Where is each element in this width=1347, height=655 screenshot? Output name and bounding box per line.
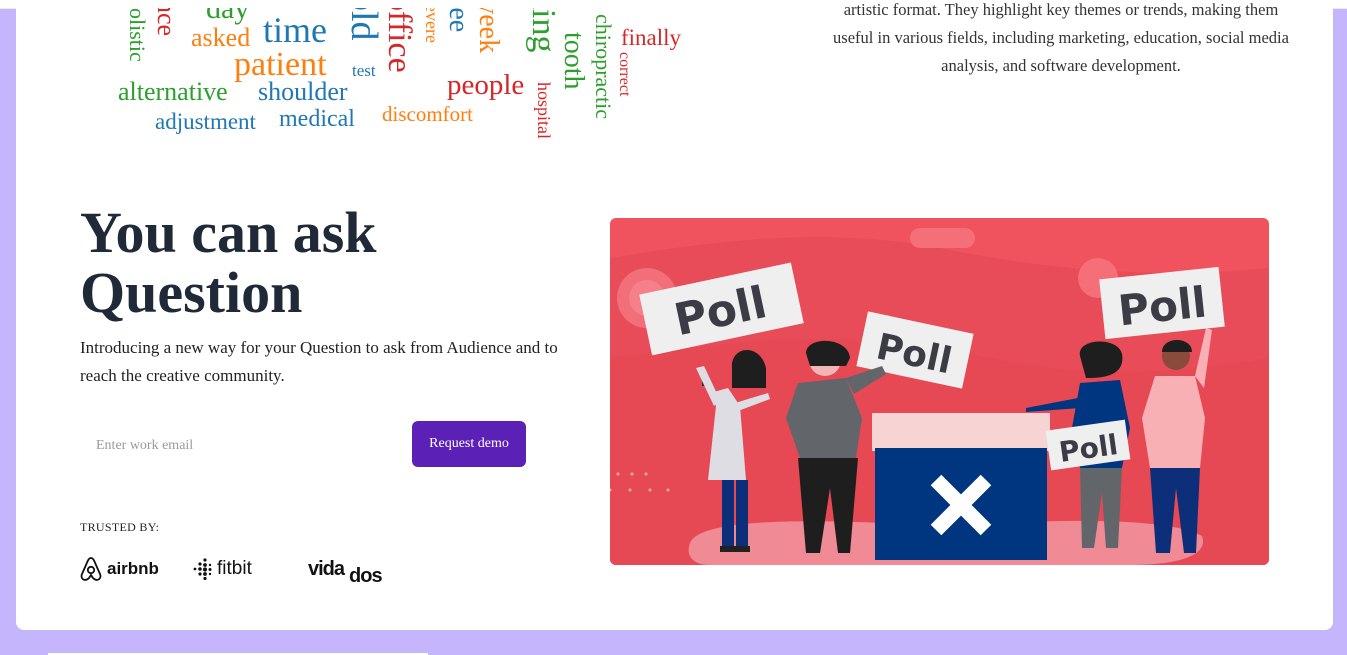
work-email-input[interactable] xyxy=(80,423,418,469)
request-demo-button[interactable]: Request demo xyxy=(412,421,526,467)
poll-illustration-svg: Poll Poll Poll Poll xyxy=(610,218,1269,565)
hero-title: You can ask Question xyxy=(80,200,377,325)
cloud-word: correct xyxy=(616,52,633,97)
content-card: day time asked patient test alternative … xyxy=(16,0,1333,630)
cloud-word: office xyxy=(381,8,418,73)
vidados-logo: vida dos xyxy=(308,554,383,587)
vida-wordmark: vida xyxy=(308,557,345,580)
dos-wordmark: dos xyxy=(349,564,383,587)
cloud-word: time xyxy=(263,10,327,50)
airbnb-logo: airbnb xyxy=(80,554,159,584)
cloud-word: day xyxy=(206,8,250,25)
cloud-word: adjustment xyxy=(155,109,256,134)
cloud-word: discomfort xyxy=(382,102,473,126)
cloud-word: medical xyxy=(279,106,355,132)
fitbit-wordmark: fitbit xyxy=(217,558,252,579)
poll-illustration: Poll Poll Poll Poll xyxy=(610,218,1269,565)
cloud-word: olistic xyxy=(125,8,150,62)
cloud-word: shoulder xyxy=(258,77,348,106)
airbnb-wordmark: airbnb xyxy=(107,559,159,578)
cloud-word: people xyxy=(447,69,525,101)
cloud-word: ning xyxy=(525,8,562,53)
cloud-word: tooth xyxy=(558,32,589,90)
poll-sign-4-text: Poll xyxy=(1116,277,1209,335)
cloud-word: finally xyxy=(621,25,682,50)
fitbit-logo: fitbit xyxy=(192,554,252,584)
cloud-word: hospital xyxy=(534,82,554,139)
trusted-by-label: TRUSTED BY: xyxy=(80,520,160,534)
cloud-word: ree xyxy=(443,8,474,33)
word-cloud-description: artistic format. They highlight key them… xyxy=(833,0,1289,75)
cloud-word: evere xyxy=(422,8,442,43)
word-cloud: day time asked patient test alternative … xyxy=(16,8,736,168)
fitbit-dots-icon xyxy=(193,558,212,580)
cloud-word: nce xyxy=(152,8,181,37)
hero-subtitle: Introducing a new way for your Question … xyxy=(80,338,558,385)
cloud-word: week xyxy=(473,8,504,54)
cloud-word: alternative xyxy=(118,77,228,106)
cloud-word: chiropractic xyxy=(591,14,616,120)
cloud-word: test xyxy=(352,61,376,80)
airbnb-icon xyxy=(80,557,102,581)
cloud-word: old xyxy=(343,8,385,41)
